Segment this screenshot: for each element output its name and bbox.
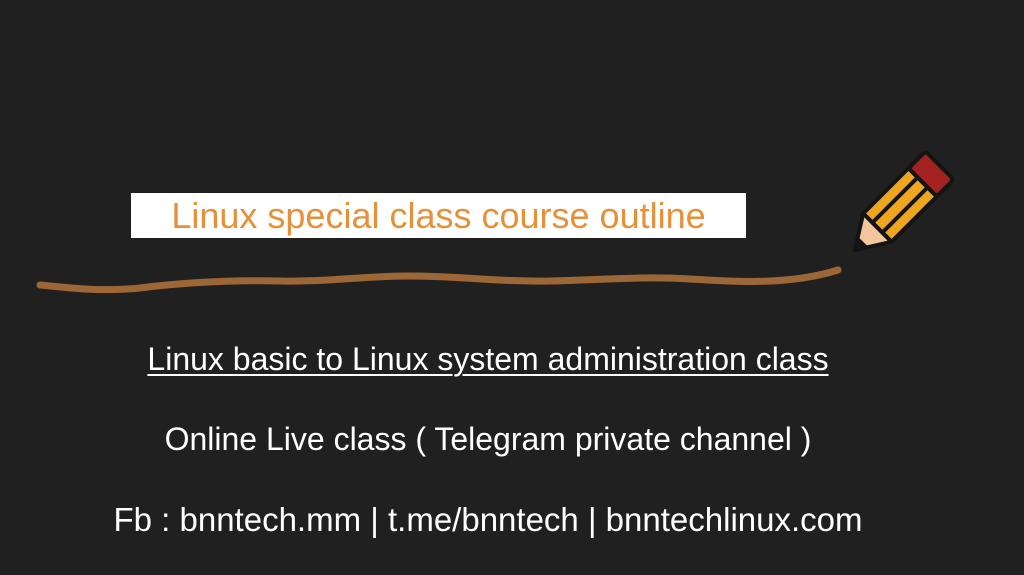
wavy-brush-stroke <box>36 266 842 294</box>
course-subtitle: Linux basic to Linux system administrati… <box>147 341 829 377</box>
slide-title: Linux special class course outline <box>171 195 706 236</box>
live-class-info: Online Live class ( Telegram private cha… <box>164 421 812 457</box>
decoration-layer <box>36 150 955 294</box>
title-box: Linux special class course outline <box>131 193 746 238</box>
pencil-icon <box>852 150 955 253</box>
contact-info: Fb : bnntech.mm | t.me/bnntech | bnntech… <box>113 501 863 538</box>
slide-canvas: Linux special class course outline Linux… <box>0 0 1024 575</box>
